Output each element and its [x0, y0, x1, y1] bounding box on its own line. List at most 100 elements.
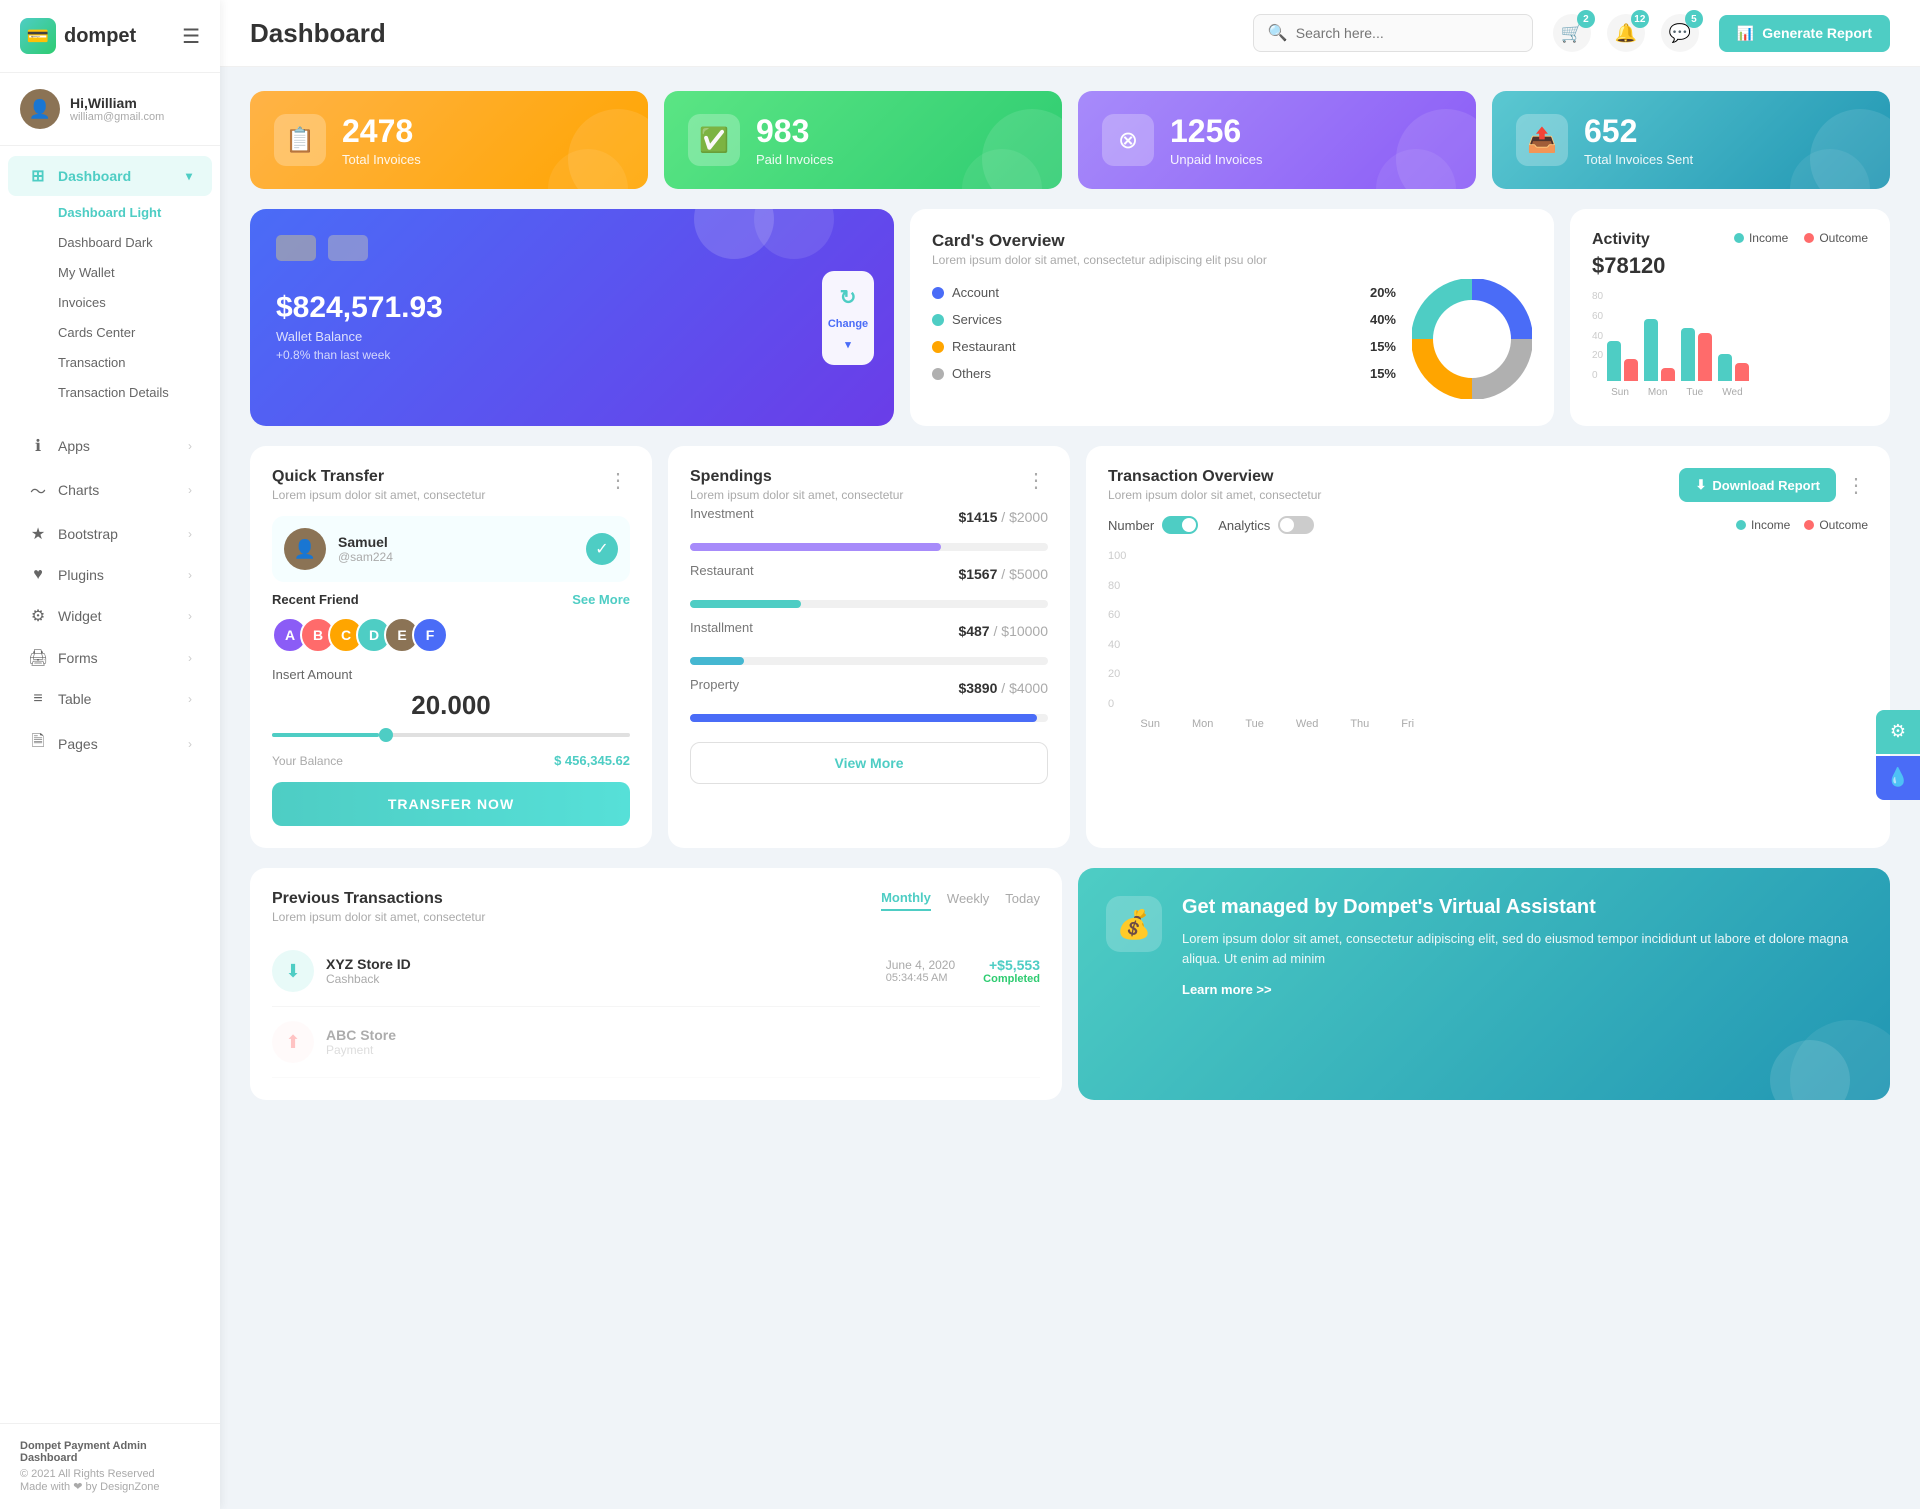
wallet-change-button[interactable]: ↻ Change ▾: [822, 271, 874, 365]
sidebar-item-label: Table: [58, 691, 91, 707]
transaction-icon: ⬇: [272, 950, 314, 992]
sidebar-sub-dashboard-light[interactable]: Dashboard Light: [8, 198, 212, 227]
bar-group: [1402, 606, 1446, 710]
sidebar-item-dashboard[interactable]: ⊞ Dashboard ▾: [8, 156, 212, 196]
total-invoices-number: 2478: [342, 113, 421, 150]
sidebar-item-charts[interactable]: 〜 Charts ›: [8, 468, 212, 512]
va-title: Get managed by Dompet's Virtual Assistan…: [1182, 896, 1862, 919]
income-bar: [1348, 550, 1368, 710]
account-dot: [932, 287, 944, 299]
friend-avatar[interactable]: F: [412, 617, 448, 653]
sidebar-sub-transaction-details[interactable]: Transaction Details: [8, 378, 212, 407]
amount-slider[interactable]: [272, 733, 630, 737]
donut-chart: [1412, 279, 1532, 404]
txn-amount: +$5,553: [983, 957, 1040, 973]
spend-row: Property $3890 / $4000: [690, 677, 1048, 698]
sidebar-item-table[interactable]: ≡ Table ›: [8, 680, 212, 718]
theme-float-button[interactable]: 💧: [1876, 756, 1920, 800]
chat-badge: 5: [1685, 10, 1703, 28]
income-bar: [1644, 319, 1658, 381]
see-more-button[interactable]: See More: [572, 592, 630, 607]
outcome-bar: [1624, 359, 1638, 381]
chevron-right-icon: ›: [188, 483, 192, 497]
chat-button[interactable]: 💬 5: [1661, 14, 1699, 52]
sidebar-sub-transaction[interactable]: Transaction: [8, 348, 212, 377]
sidebar-sub-invoices[interactable]: Invoices: [8, 288, 212, 317]
wallet-change: +0.8% than last week: [276, 348, 868, 362]
user-name: William: [88, 95, 137, 111]
list-item: Installment $487 / $10000: [690, 620, 1048, 665]
number-toggle-switch[interactable]: [1162, 516, 1198, 534]
bar-group: [1186, 582, 1230, 710]
middle-row: $824,571.93 Wallet Balance +0.8% than la…: [250, 209, 1890, 426]
sidebar-item-widget[interactable]: ⚙ Widget ›: [8, 596, 212, 636]
recent-friends-header: Recent Friend See More: [272, 592, 630, 607]
card-header: Quick Transfer Lorem ipsum dolor sit ame…: [272, 468, 630, 502]
unpaid-invoices-label: Unpaid Invoices: [1170, 152, 1263, 167]
cards-overview-sub: Lorem ipsum dolor sit amet, consectetur …: [932, 253, 1532, 267]
cart-button[interactable]: 🛒 2: [1553, 14, 1591, 52]
search-input[interactable]: [1296, 25, 1518, 41]
sidebar-footer: Dompet Payment Admin Dashboard © 2021 Al…: [0, 1423, 220, 1509]
bar-group-wed: [1718, 354, 1749, 381]
outcome-bar: [1264, 630, 1284, 710]
plugins-icon: ♥: [28, 566, 48, 584]
va-learn-more-link[interactable]: Learn more >>: [1182, 982, 1862, 997]
search-box[interactable]: 🔍: [1253, 14, 1533, 52]
view-more-button[interactable]: View More: [690, 742, 1048, 784]
transfer-name: Samuel: [338, 534, 393, 550]
search-icon: 🔍: [1268, 23, 1288, 43]
spend-bar-fill: [690, 600, 801, 608]
transfer-now-button[interactable]: TRANSFER NOW: [272, 782, 630, 826]
activity-chart: 020406080: [1592, 291, 1868, 398]
slider-fill: [272, 733, 379, 737]
spend-bar-fill: [690, 657, 744, 665]
bar-group-tue: [1681, 328, 1712, 381]
cart-badge: 2: [1577, 10, 1595, 28]
sidebar-item-plugins[interactable]: ♥ Plugins ›: [8, 556, 212, 594]
tab-weekly[interactable]: Weekly: [947, 891, 989, 910]
analytics-toggle-switch[interactable]: [1278, 516, 1314, 534]
activity-amount: $78120: [1592, 253, 1665, 279]
income-bar: [1294, 566, 1314, 710]
sidebar-logo: 💳 dompet ☰: [0, 0, 220, 73]
outcome-bar: [1735, 363, 1749, 381]
more-options-button[interactable]: ⋮: [608, 468, 630, 493]
hamburger-icon[interactable]: ☰: [182, 24, 200, 49]
sidebar-item-apps[interactable]: ℹ Apps ›: [8, 426, 212, 466]
txn-name: ABC Store: [326, 1027, 396, 1043]
toggle-row: Number Analytics Inc: [1108, 516, 1868, 534]
spend-bar: [690, 714, 1048, 722]
user-greeting: Hi,William: [70, 95, 164, 111]
sidebar-sub-my-wallet[interactable]: My Wallet: [8, 258, 212, 287]
sidebar-item-bootstrap[interactable]: ★ Bootstrap ›: [8, 514, 212, 554]
analytics-toggle: Analytics: [1218, 516, 1314, 534]
list-item: Restaurant 15%: [932, 333, 1396, 360]
stat-info: 1256 Unpaid Invoices: [1170, 113, 1263, 167]
more-options-button[interactable]: ⋮: [1026, 468, 1048, 493]
more-options-button[interactable]: ⋮: [1846, 473, 1868, 498]
bell-button[interactable]: 🔔 12: [1607, 14, 1645, 52]
stats-row: 📋 2478 Total Invoices ✅ 983 Paid Invoice…: [250, 91, 1890, 189]
unpaid-invoices-number: 1256: [1170, 113, 1263, 150]
sidebar-sub-cards-center[interactable]: Cards Center: [8, 318, 212, 347]
cards-overview: Card's Overview Lorem ipsum dolor sit am…: [910, 209, 1554, 426]
sidebar-item-forms[interactable]: 🖨 Forms ›: [8, 638, 212, 678]
prev-txn-title: Previous Transactions: [272, 890, 485, 908]
insert-amount-label: Insert Amount: [272, 667, 630, 682]
page-title: Dashboard: [250, 18, 1233, 49]
tab-monthly[interactable]: Monthly: [881, 890, 931, 911]
sidebar-sub-dashboard-dark[interactable]: Dashboard Dark: [8, 228, 212, 257]
download-report-button[interactable]: ⬇ Download Report: [1679, 468, 1836, 502]
txn-type: Cashback: [326, 972, 411, 986]
check-icon: ✓: [586, 533, 618, 565]
sidebar-item-pages[interactable]: 🗎 Pages ›: [8, 720, 212, 767]
big-chart: 020406080100: [1108, 550, 1868, 730]
quick-transfer-card: Quick Transfer Lorem ipsum dolor sit ame…: [250, 446, 652, 848]
generate-report-button[interactable]: 📊 Generate Report: [1719, 15, 1890, 52]
spend-bar: [690, 657, 1048, 665]
bar-chart: [1607, 291, 1868, 381]
settings-float-button[interactable]: ⚙: [1876, 710, 1920, 754]
tab-today[interactable]: Today: [1005, 891, 1040, 910]
friends-list: A B C D E F: [272, 617, 630, 653]
